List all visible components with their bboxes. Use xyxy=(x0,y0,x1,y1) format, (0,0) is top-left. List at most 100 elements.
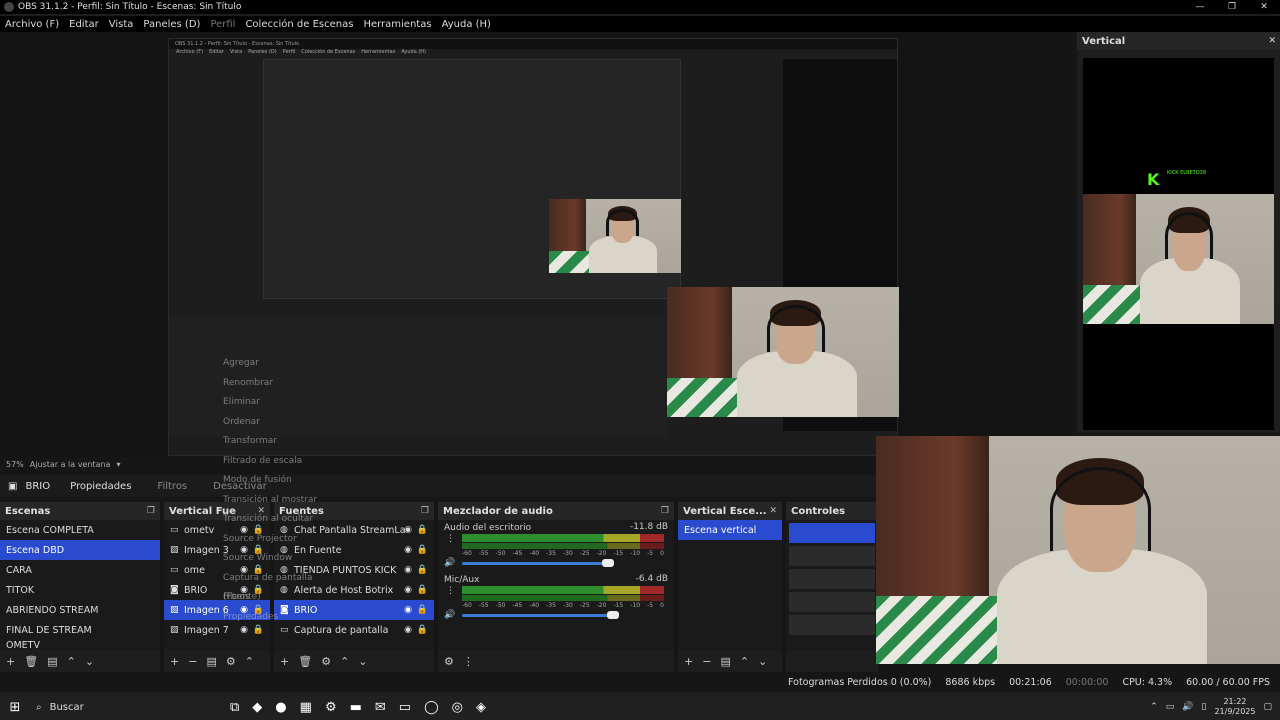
whatsapp-icon[interactable]: ◯ xyxy=(424,700,439,715)
gear-icon[interactable]: ⚙ xyxy=(226,655,236,668)
volume-slider[interactable] xyxy=(462,559,614,567)
scene-item[interactable]: Escena COMPLETA xyxy=(0,520,160,540)
settings-icon[interactable]: ⚙ xyxy=(325,700,337,715)
ctx-transformar[interactable]: Transformar xyxy=(218,432,350,452)
clock[interactable]: 21:22 21/9/2025 xyxy=(1214,697,1255,717)
up-icon[interactable]: ⌃ xyxy=(340,655,349,668)
battery-icon[interactable]: ▯ xyxy=(1202,702,1207,712)
menu-vista[interactable]: Vista xyxy=(104,19,139,30)
remove-icon[interactable]: − xyxy=(702,655,711,668)
menu-coleccion[interactable]: Colección de Escenas xyxy=(240,19,358,30)
vertical-canvas[interactable]: K KICK ELBETO38 xyxy=(1083,58,1274,430)
minimize-button[interactable]: — xyxy=(1184,0,1216,14)
lock-icon[interactable]: 🔒 xyxy=(417,545,428,555)
firefox-icon[interactable]: ● xyxy=(275,700,286,715)
more-icon[interactable]: ⋮ xyxy=(446,586,455,596)
up-icon[interactable]: ⌃ xyxy=(245,655,254,668)
ctx-fusion[interactable]: Modo de fusión xyxy=(218,471,350,491)
ctx-eliminar[interactable]: Eliminar xyxy=(218,393,350,413)
eye-icon[interactable]: ◉ xyxy=(404,545,412,555)
up-icon[interactable]: ⌃ xyxy=(67,655,76,668)
menu-editar[interactable]: Editar xyxy=(64,19,104,30)
windows-start-icon[interactable]: ⊞ xyxy=(0,700,30,715)
app-icon[interactable]: ▭ xyxy=(399,700,411,715)
network-icon[interactable]: ▭ xyxy=(1166,702,1175,712)
eye-icon[interactable]: ◉ xyxy=(404,585,412,595)
ctx-filtrado[interactable]: Filtrado de escala xyxy=(218,452,350,472)
filters-button[interactable]: Filtros xyxy=(151,479,193,494)
app-icon[interactable]: ◆ xyxy=(252,700,262,715)
ctx-filtros[interactable]: Filtros xyxy=(218,588,350,608)
obs-icon[interactable]: ◎ xyxy=(452,700,463,715)
control-button[interactable] xyxy=(789,615,875,635)
properties-button[interactable]: Propiedades xyxy=(64,479,137,494)
trash-icon[interactable]: 🗑 xyxy=(298,655,312,668)
trash-icon[interactable]: 🗑 xyxy=(24,655,38,668)
store-icon[interactable]: ▦ xyxy=(300,700,312,715)
ctx-trans-mostrar[interactable]: Transición al mostrar xyxy=(218,491,350,511)
scene-item[interactable]: CARA xyxy=(0,560,160,580)
ctx-captura[interactable]: Captura de pantalla (Fuente) xyxy=(218,569,350,603)
eye-icon[interactable]: ◉ xyxy=(404,625,412,635)
control-button[interactable] xyxy=(789,569,875,589)
chevron-down-icon[interactable]: ▾ xyxy=(116,460,120,469)
ctx-ordenar[interactable]: Ordenar xyxy=(218,413,350,433)
preview-canvas[interactable]: OBS 31.1.2 - Perfil: Sin Título - Escena… xyxy=(0,32,1072,457)
ctx-propiedades[interactable]: Propiedades xyxy=(218,608,350,628)
down-icon[interactable]: ⌄ xyxy=(358,655,367,668)
ctx-projector[interactable]: Source Projector xyxy=(218,530,350,550)
ctx-renombrar[interactable]: Renombrar xyxy=(218,374,350,394)
eye-icon[interactable]: ◉ xyxy=(404,605,412,615)
ctx-trans-ocultar[interactable]: Transición al ocultar xyxy=(218,510,350,530)
undock-icon[interactable]: ❐ xyxy=(147,506,155,516)
filter-icon[interactable]: ▤ xyxy=(206,655,216,668)
control-button[interactable] xyxy=(789,546,875,566)
scene-item-selected[interactable]: Escena DBD xyxy=(0,540,160,560)
app-icon[interactable]: ◈ xyxy=(476,700,486,715)
scene-item[interactable]: TITOK xyxy=(0,580,160,600)
slider-thumb[interactable] xyxy=(602,559,614,567)
menu-herramientas[interactable]: Herramientas xyxy=(358,19,436,30)
undock-icon[interactable]: ❐ xyxy=(661,506,669,516)
ctx-agregar[interactable]: Agregar xyxy=(218,354,350,374)
volume-icon[interactable]: 🔊 xyxy=(1182,702,1193,712)
scene-item[interactable]: OMETV xyxy=(0,640,160,650)
outlook-icon[interactable]: ✉ xyxy=(375,700,386,715)
gear-icon[interactable]: ⚙ xyxy=(444,655,454,668)
menu-ayuda[interactable]: Ayuda (H) xyxy=(437,19,496,30)
lock-icon[interactable]: 🔒 xyxy=(417,565,428,575)
task-view-icon[interactable]: ⧉ xyxy=(230,700,239,715)
up-icon[interactable]: ⌃ xyxy=(740,655,749,668)
filter-icon[interactable]: ▤ xyxy=(720,655,730,668)
fit-window-label[interactable]: Ajustar a la ventana xyxy=(30,460,111,469)
add-icon[interactable]: + xyxy=(170,655,179,668)
control-button[interactable] xyxy=(789,523,875,543)
zoom-value[interactable]: 57% xyxy=(6,460,24,469)
down-icon[interactable]: ⌄ xyxy=(85,655,94,668)
close-icon[interactable]: ✕ xyxy=(769,506,777,516)
speaker-icon[interactable]: 🔊 xyxy=(444,610,455,620)
eye-icon[interactable]: ◉ xyxy=(404,525,412,535)
lock-icon[interactable]: 🔒 xyxy=(417,625,428,635)
scene-item[interactable]: FINAL DE STREAM xyxy=(0,620,160,640)
lock-icon[interactable]: 🔒 xyxy=(417,605,428,615)
control-button[interactable] xyxy=(789,592,875,612)
add-icon[interactable]: + xyxy=(6,655,15,668)
eye-icon[interactable]: ◉ xyxy=(404,565,412,575)
chevron-up-icon[interactable]: ⌃ xyxy=(1150,702,1158,712)
lock-icon[interactable]: 🔒 xyxy=(417,525,428,535)
menu-perfil[interactable]: Perfil xyxy=(205,19,240,30)
slider-thumb[interactable] xyxy=(607,611,619,619)
restore-button[interactable]: ❐ xyxy=(1216,0,1248,14)
remove-icon[interactable]: − xyxy=(188,655,197,668)
speaker-icon[interactable]: 🔊 xyxy=(444,558,455,568)
more-icon[interactable]: ⋮ xyxy=(463,655,474,668)
filter-icon[interactable]: ▤ xyxy=(47,655,57,668)
volume-slider[interactable] xyxy=(462,611,619,619)
gear-icon[interactable]: ⚙ xyxy=(321,655,331,668)
ctx-window[interactable]: Source Window xyxy=(218,549,350,569)
taskbar-search[interactable]: ⌕ Buscar xyxy=(30,696,170,718)
scene-item[interactable]: ABRIENDO STREAM xyxy=(0,600,160,620)
vertical-scene-item[interactable]: Escena vertical xyxy=(678,520,782,540)
close-button[interactable]: ✕ xyxy=(1248,0,1280,14)
